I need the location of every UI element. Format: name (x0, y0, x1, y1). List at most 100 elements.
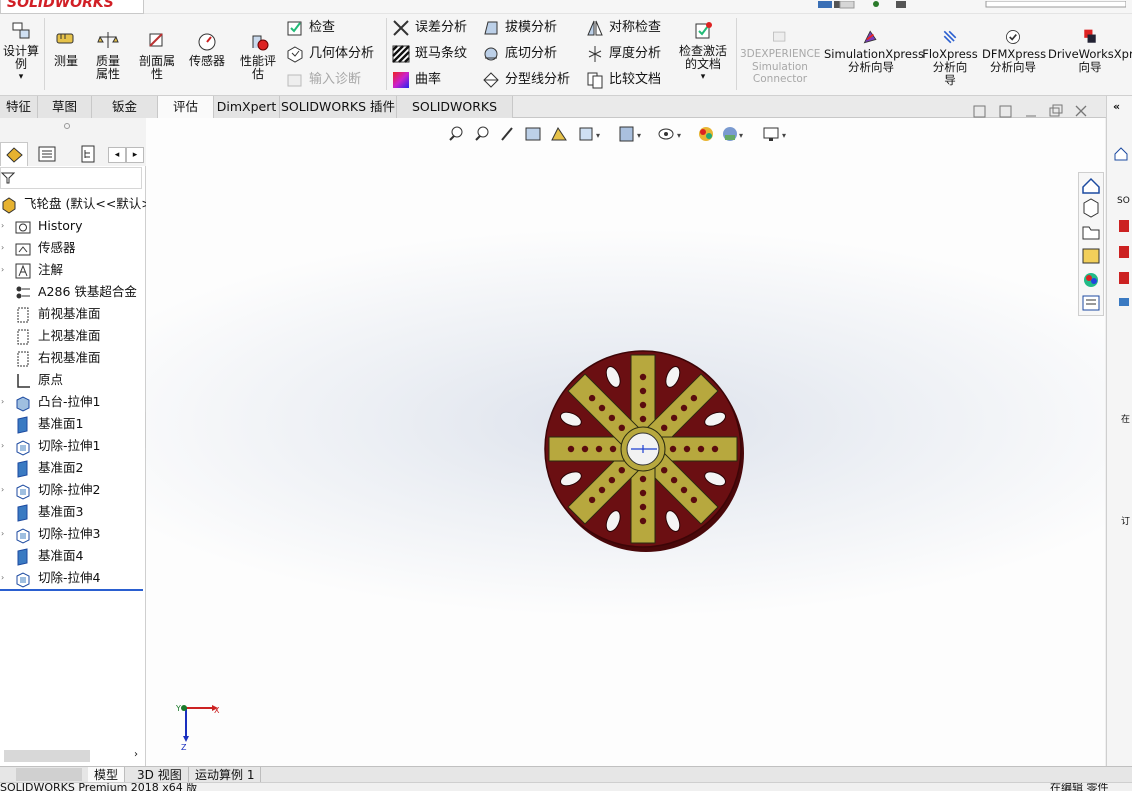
tree-item-annotations[interactable]: 注解 (14, 259, 63, 281)
check-active-document-button[interactable]: 检查激活的文档 ▾ (672, 20, 734, 84)
check-button[interactable]: 检查 (286, 17, 335, 39)
tree-item-plane[interactable]: 上视基准面 (14, 325, 101, 347)
tree-item-plane[interactable]: 前视基准面 (14, 303, 101, 325)
section-view-icon[interactable] (525, 127, 541, 141)
tree-item-history-folder[interactable]: History (14, 215, 82, 237)
custom-properties-icon[interactable] (1082, 295, 1100, 311)
dock-right-icon[interactable] (999, 105, 1012, 118)
resource-icon[interactable] (1119, 220, 1129, 232)
draft-analysis-button[interactable]: 拔模分析 (482, 17, 557, 39)
close-icon[interactable] (1075, 105, 1087, 117)
sensor-button[interactable]: 传感器 (184, 30, 230, 68)
tab-sketch[interactable]: 草图 (38, 96, 92, 118)
symmetry-check-button[interactable]: 对称检查 (586, 17, 661, 39)
expand-arrow-icon[interactable]: › (1, 398, 7, 406)
zoom-to-fit-icon[interactable] (449, 126, 463, 141)
open-folder-icon[interactable] (1082, 226, 1100, 240)
resource-icon[interactable] (1119, 246, 1129, 258)
tab-navigation-arrows[interactable] (16, 768, 82, 781)
view-orientation-icon[interactable]: ▾ (579, 127, 600, 141)
previous-view-icon[interactable] (501, 127, 513, 141)
apply-scene-icon[interactable]: ▾ (723, 127, 743, 141)
3dexperience-simulation-connector-button[interactable]: 3DEXPERIENCE Simulation Connector (740, 28, 820, 86)
expand-arrow-icon[interactable]: › (1, 244, 7, 252)
tab-scroll-left[interactable]: ◂ (108, 147, 126, 163)
driveworksxpress-button[interactable]: DriveWorksXpress 向导 (1048, 28, 1132, 74)
expand-arrow-icon[interactable]: › (1, 222, 7, 230)
undercut-analysis-button[interactable]: 底切分析 (482, 43, 557, 65)
zoom-to-area-icon[interactable] (475, 126, 489, 141)
home-icon[interactable] (1082, 177, 1100, 194)
tab-solidworks-addins[interactable]: SOLIDWORKS 插件 (280, 96, 397, 118)
tab-features[interactable]: 特征 (0, 96, 38, 118)
hide-show-items-icon[interactable]: ▾ (658, 128, 681, 140)
expand-arrow-icon[interactable]: › (1, 266, 7, 274)
floxpress-button[interactable]: FloXpress 分析向 导 (922, 28, 978, 87)
zebra-stripes-button[interactable]: 斑马条纹 (392, 43, 467, 65)
tree-item-cut-extrude[interactable]: 切除-拉伸2 (14, 479, 100, 501)
solidworks-logo[interactable]: SOLIDWORKS (0, 0, 144, 14)
tab-evaluate[interactable]: 评估 (158, 96, 214, 118)
tab-solidworks-mbd[interactable]: SOLIDWORKS MBD (397, 96, 513, 136)
tab-sheet-metal[interactable]: 钣金 (92, 96, 158, 118)
performance-evaluation-button[interactable]: 性能评估 (234, 30, 282, 81)
mass-properties-button[interactable]: 质量属性 (86, 30, 130, 81)
tree-item-plane[interactable]: 右视基准面 (14, 347, 101, 369)
tree-item-origin[interactable]: 原点 (14, 369, 63, 391)
deviation-analysis-button[interactable]: 误差分析 (392, 17, 467, 39)
edit-appearance-icon[interactable] (699, 127, 713, 141)
curvature-button[interactable]: 曲率 (392, 69, 441, 91)
resource-icon[interactable] (1119, 298, 1129, 306)
import-diagnostics-button[interactable]: 输入诊断 (286, 69, 361, 91)
tab-configuration-manager[interactable] (78, 144, 100, 167)
tree-item-ref-plane[interactable]: 基准面4 (14, 545, 83, 567)
tree-item-cut-extrude[interactable]: 切除-拉伸4 (14, 567, 100, 589)
tab-model[interactable]: 模型 (88, 767, 126, 783)
dfmxpress-button[interactable]: DFMXpress 分析向导 (982, 28, 1046, 74)
tree-item-material[interactable]: A286 铁基超合金 (14, 281, 137, 303)
expand-arrow-icon[interactable]: › (1, 442, 7, 450)
tree-item-cut-extrude[interactable]: 切除-拉伸3 (14, 523, 100, 545)
chevron-right-icon[interactable]: › (134, 749, 138, 760)
graphics-area[interactable]: X Y Z (146, 118, 1105, 766)
tab-property-manager[interactable] (36, 144, 58, 167)
tab-scroll-right[interactable]: ▸ (126, 147, 144, 163)
geometry-analysis-button[interactable]: 几何体分析 (286, 43, 374, 65)
3d-cube-icon[interactable] (1083, 198, 1099, 218)
tree-item-ref-plane[interactable]: 基准面2 (14, 457, 83, 479)
parting-line-analysis-button[interactable]: 分型线分析 (482, 69, 570, 91)
tree-item-sensors-folder[interactable]: 传感器 (14, 237, 76, 259)
thickness-analysis-button[interactable]: 厚度分析 (586, 43, 661, 65)
tree-item-boss-extrude[interactable]: 凸台-拉伸1 (14, 391, 100, 413)
tab-3d-views[interactable]: 3D 视图 (131, 767, 189, 783)
view-settings-icon[interactable]: ▾ (763, 127, 786, 141)
resource-icon[interactable] (1119, 272, 1129, 284)
restore-icon[interactable] (1049, 104, 1063, 117)
expand-arrow-icon[interactable]: › (1, 530, 7, 538)
section-properties-button[interactable]: 剖面属性 (134, 30, 180, 81)
panel-grip[interactable] (64, 123, 70, 129)
tree-item-ref-plane[interactable]: 基准面3 (14, 501, 83, 523)
tree-filter[interactable] (0, 167, 142, 189)
expand-arrow-icon[interactable]: › (1, 486, 7, 494)
scrollbar-thumb[interactable] (4, 750, 90, 762)
compare-documents-button[interactable]: 比较文档 (586, 69, 661, 91)
measure-button[interactable]: 测量 (48, 30, 84, 68)
dynamic-annotation-icon[interactable] (551, 127, 567, 141)
view-palette-icon[interactable] (1082, 248, 1100, 264)
design-study-button[interactable]: 设计算例 ▾ (0, 20, 42, 84)
tab-dimxpert[interactable]: DimXpert (214, 96, 280, 118)
tab-feature-tree[interactable] (0, 142, 28, 166)
simulationxpress-button[interactable]: SimulationXpress 分析向导 (824, 28, 924, 74)
expand-arrow-icon[interactable]: › (1, 574, 7, 582)
dock-left-icon[interactable] (973, 105, 986, 118)
display-style-icon[interactable]: ▾ (619, 126, 641, 142)
tree-item-ref-plane[interactable]: 基准面1 (14, 413, 83, 435)
tree-item-cut-extrude[interactable]: 切除-拉伸1 (14, 435, 100, 457)
flywheel-part[interactable] (544, 350, 744, 552)
rollback-bar[interactable] (0, 589, 143, 591)
tree-root-part[interactable]: 飞轮盘 (默认<<默认>_ (0, 193, 158, 215)
appearances-icon[interactable] (1084, 273, 1098, 287)
home-icon[interactable] (1113, 146, 1129, 162)
collapse-task-pane-icon[interactable]: « (1113, 100, 1120, 113)
